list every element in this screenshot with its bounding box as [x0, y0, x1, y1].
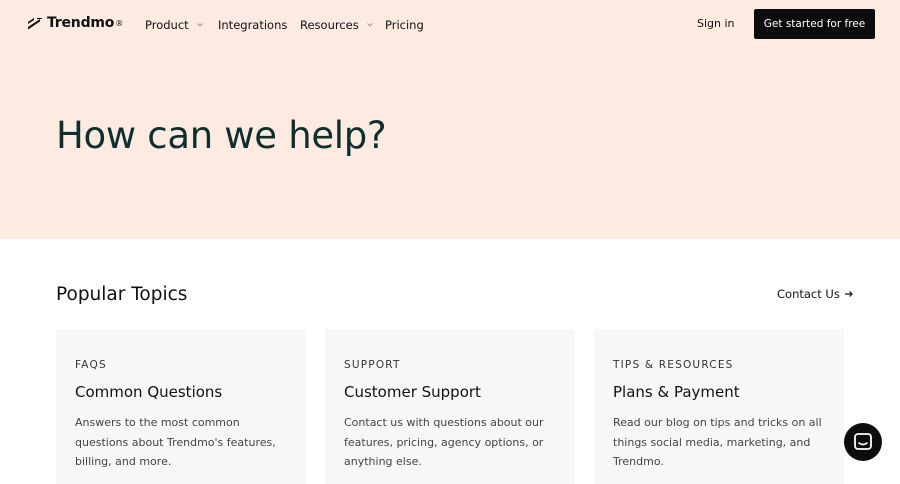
card-eyebrow: SUPPORT	[344, 359, 401, 371]
nav-item-label: Pricing	[385, 18, 424, 32]
brand-registered-mark: ®	[115, 18, 124, 28]
card-title: Customer Support	[344, 383, 481, 401]
get-started-button[interactable]: Get started for free	[754, 9, 875, 39]
topic-card-support[interactable]: SUPPORT Customer Support Contact us with…	[325, 329, 575, 484]
nav-item-product[interactable]: Product	[145, 18, 204, 32]
sign-in-link[interactable]: Sign in	[697, 17, 735, 30]
card-title: Plans & Payment	[613, 383, 740, 401]
topic-card-faqs[interactable]: FAQS Common Questions Answers to the mos…	[56, 329, 306, 484]
trendmo-logo-icon	[28, 18, 42, 30]
topic-card-tips-resources[interactable]: TIPS & RESOURCES Plans & Payment Read ou…	[594, 329, 844, 484]
card-description: Contact us with questions about our feat…	[344, 416, 544, 468]
nav-item-resources[interactable]: Resources	[300, 18, 374, 32]
card-title: Common Questions	[75, 383, 223, 401]
popular-topics-heading: Popular Topics	[56, 284, 188, 305]
nav-item-pricing[interactable]: Pricing	[385, 18, 424, 32]
card-eyebrow: FAQS	[75, 359, 107, 371]
nav-item-label: Integrations	[218, 18, 288, 32]
page-title: How can we help?	[56, 114, 387, 157]
brand-name: Trendmo	[47, 15, 115, 31]
chevron-down-icon	[366, 23, 373, 27]
nav-item-integrations[interactable]: Integrations	[218, 18, 287, 32]
card-description: Answers to the most common questions abo…	[75, 416, 276, 468]
card-eyebrow: TIPS & RESOURCES	[613, 359, 734, 371]
chat-icon	[854, 433, 872, 450]
card-description: Read our blog on tips and tricks on all …	[613, 416, 822, 468]
contact-us-label: Contact Us	[777, 287, 840, 301]
arrow-right-icon	[844, 291, 853, 297]
nav-item-label: Resources	[300, 18, 359, 32]
contact-us-link[interactable]: Contact Us	[777, 287, 854, 301]
chat-launcher-button[interactable]	[844, 423, 882, 461]
brand-logo[interactable]: Trendmo ®	[27, 15, 123, 31]
nav-item-label: Product	[145, 18, 189, 32]
chevron-down-icon	[196, 23, 203, 27]
top-nav: Trendmo ® Product Integrations Resources…	[0, 0, 900, 48]
